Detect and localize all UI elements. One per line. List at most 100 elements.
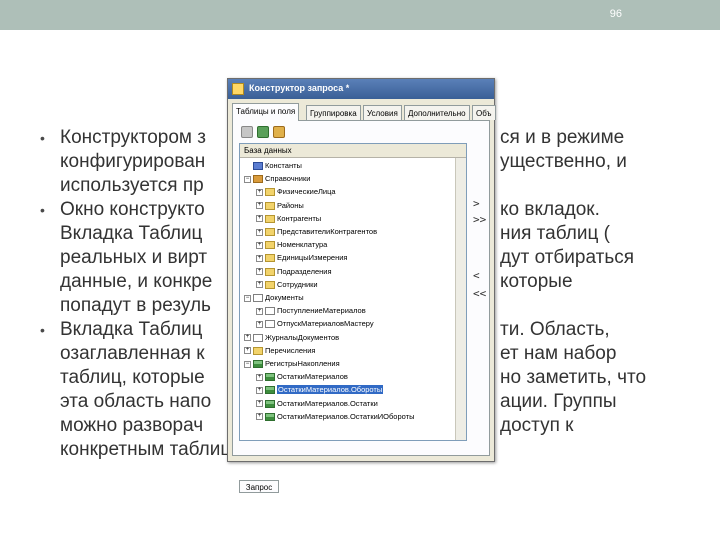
tree-item[interactable]: + ФизическиеЛица bbox=[256, 186, 336, 198]
tab-tables-and-fields[interactable]: Таблицы и поля bbox=[232, 103, 300, 121]
app-icon bbox=[232, 83, 244, 95]
tab-additional[interactable]: Дополнительно bbox=[404, 105, 470, 120]
move-left-icon[interactable]: < bbox=[473, 269, 480, 282]
move-right-icon[interactable]: > bbox=[473, 197, 480, 210]
bullet-line-right: ации. Группы bbox=[500, 391, 617, 412]
expand-toggle-icon[interactable]: − bbox=[244, 360, 251, 368]
database-tree[interactable]: База данных Константы − Справочники + Физиче… bbox=[239, 143, 467, 441]
tab-grouping[interactable]: Группировка bbox=[306, 105, 361, 120]
doc-icon bbox=[265, 320, 275, 329]
tab-conditions[interactable]: Условия bbox=[363, 105, 402, 120]
bullet-line-right: ущественно, и bbox=[500, 151, 627, 172]
expand-toggle-icon[interactable]: + bbox=[256, 241, 263, 249]
tree-item[interactable]: + ОстаткиМатериалов.ОстаткиИОбороты bbox=[256, 411, 414, 423]
tree-item[interactable]: + ОстаткиМатериалов bbox=[256, 371, 348, 383]
tree-item-label: Номенклатура bbox=[277, 240, 328, 250]
add-table-icon[interactable] bbox=[241, 126, 253, 138]
tree-item-label: ФизическиеЛица bbox=[277, 187, 336, 197]
tree-item[interactable]: + ОстаткиМатериалов.Остатки bbox=[256, 398, 378, 410]
tree-item[interactable]: + Сотрудники bbox=[256, 279, 318, 291]
folder-icon bbox=[265, 228, 275, 237]
move-all-left-icon[interactable]: << bbox=[473, 287, 486, 300]
tree-item[interactable]: + Контрагенты bbox=[256, 213, 321, 225]
tree-item-label: РегистрыНакопления bbox=[265, 359, 340, 368]
folder-icon bbox=[265, 188, 275, 197]
expand-toggle-icon[interactable]: + bbox=[256, 268, 263, 276]
find-icon[interactable] bbox=[257, 126, 269, 138]
reg-icon bbox=[265, 386, 275, 395]
reg-icon bbox=[265, 412, 275, 421]
expand-toggle-icon[interactable]: + bbox=[244, 347, 251, 355]
tree-item-label: Перечисления bbox=[265, 345, 316, 355]
bullet-line-right: ти. Область, bbox=[500, 319, 610, 340]
tree-item[interactable]: + ОтпускМатериаловМастеру bbox=[256, 318, 374, 330]
expand-toggle-icon[interactable]: + bbox=[256, 188, 263, 196]
tree-item[interactable]: + ПредставителиКонтрагентов bbox=[256, 226, 377, 238]
bullet-dot: • bbox=[40, 322, 45, 338]
settings-icon[interactable] bbox=[273, 126, 285, 138]
tree-item[interactable]: − Документы bbox=[244, 292, 304, 304]
folder-icon bbox=[265, 201, 275, 210]
window-title: Конструктор запроса * bbox=[249, 83, 350, 93]
expand-toggle-icon[interactable]: + bbox=[244, 334, 251, 342]
tables-panel: База данных Константы − Справочники + Физиче… bbox=[232, 120, 491, 493]
tab-strip: Таблицы и поля Группировка Условия Допол… bbox=[232, 103, 496, 121]
expand-toggle-icon[interactable]: + bbox=[256, 228, 263, 236]
tree-item[interactable]: Константы bbox=[244, 160, 302, 172]
tree-scrollbar[interactable] bbox=[455, 158, 466, 440]
expand-toggle-icon[interactable]: + bbox=[256, 281, 263, 289]
tree-item[interactable]: + Районы bbox=[256, 200, 304, 212]
tree-item[interactable]: + ЕдиницыИзмерения bbox=[256, 252, 347, 264]
tree-item-label: ПоступлениеМатериалов bbox=[277, 306, 366, 316]
tree-item-label: Районы bbox=[277, 200, 304, 210]
query-builder-window[interactable]: Конструктор запроса * Таблицы и поля Гру… bbox=[227, 78, 496, 493]
expand-toggle-icon[interactable]: + bbox=[256, 307, 263, 315]
expand-toggle-icon[interactable]: − bbox=[244, 175, 251, 183]
tree-item[interactable]: + Подразделения bbox=[256, 266, 332, 278]
tree-item[interactable]: + ОстаткиМатериалов.Обороты bbox=[256, 384, 384, 396]
tree-item-label: ПредставителиКонтрагентов bbox=[277, 227, 378, 236]
expand-toggle-icon[interactable]: − bbox=[244, 294, 251, 302]
expand-toggle-icon[interactable]: + bbox=[256, 254, 263, 262]
folder-icon bbox=[265, 267, 275, 276]
bullet-line-right: дут отбираться bbox=[500, 247, 635, 268]
reg-icon bbox=[253, 360, 263, 369]
tab-query[interactable]: Запрос bbox=[239, 480, 279, 493]
folder-icon bbox=[265, 214, 275, 223]
tab-unions[interactable]: Объ bbox=[472, 105, 496, 120]
tree-item-label: ОтпускМатериаловМастеру bbox=[277, 319, 374, 329]
tree-item-label: Сотрудники bbox=[277, 279, 318, 289]
tree-item[interactable]: + Номенклатура bbox=[256, 239, 327, 251]
expand-toggle-icon[interactable]: + bbox=[256, 386, 263, 394]
window-titlebar[interactable]: Конструктор запроса * bbox=[228, 79, 494, 99]
expand-toggle-icon[interactable]: + bbox=[256, 413, 263, 421]
tree-item-label: Подразделения bbox=[277, 266, 332, 276]
doc-icon bbox=[253, 294, 263, 303]
expand-toggle-icon[interactable]: + bbox=[256, 400, 263, 408]
tree-item-label: Контрагенты bbox=[277, 213, 322, 223]
tree-item[interactable]: − Справочники bbox=[244, 173, 310, 185]
doc-icon bbox=[253, 333, 263, 342]
bullet-line-right: ко вкладок. bbox=[500, 199, 600, 220]
tree-item[interactable]: + ПоступлениеМатериалов bbox=[256, 305, 366, 317]
book-icon bbox=[253, 175, 263, 184]
move-all-right-icon[interactable]: >> bbox=[473, 213, 486, 226]
move-buttons: > >> < << bbox=[471, 121, 491, 421]
doc-icon bbox=[265, 307, 275, 316]
tree-item-label: ОстаткиМатериалов.Обороты bbox=[277, 385, 384, 395]
expand-toggle-icon[interactable]: + bbox=[256, 215, 263, 223]
bullet-line-right: ния таблиц ( bbox=[500, 223, 610, 244]
tree-item-label: Документы bbox=[265, 293, 304, 302]
expand-toggle-icon[interactable]: + bbox=[256, 373, 263, 381]
tree-item[interactable]: + Перечисления bbox=[244, 345, 315, 357]
folder-icon bbox=[265, 280, 275, 289]
tree-item[interactable]: − РегистрыНакопления bbox=[244, 358, 340, 370]
expand-toggle-icon[interactable]: + bbox=[256, 320, 263, 328]
expand-toggle-icon[interactable]: + bbox=[256, 202, 263, 210]
bullet-line-right: доступ к bbox=[500, 415, 574, 436]
slide-number: 96 bbox=[609, 8, 622, 20]
tree-item[interactable]: + ЖурналыДокументов bbox=[244, 332, 339, 344]
bullet-line-right: которые bbox=[500, 271, 573, 292]
top-bar: 96 bbox=[0, 0, 720, 30]
reg-icon bbox=[265, 373, 275, 382]
